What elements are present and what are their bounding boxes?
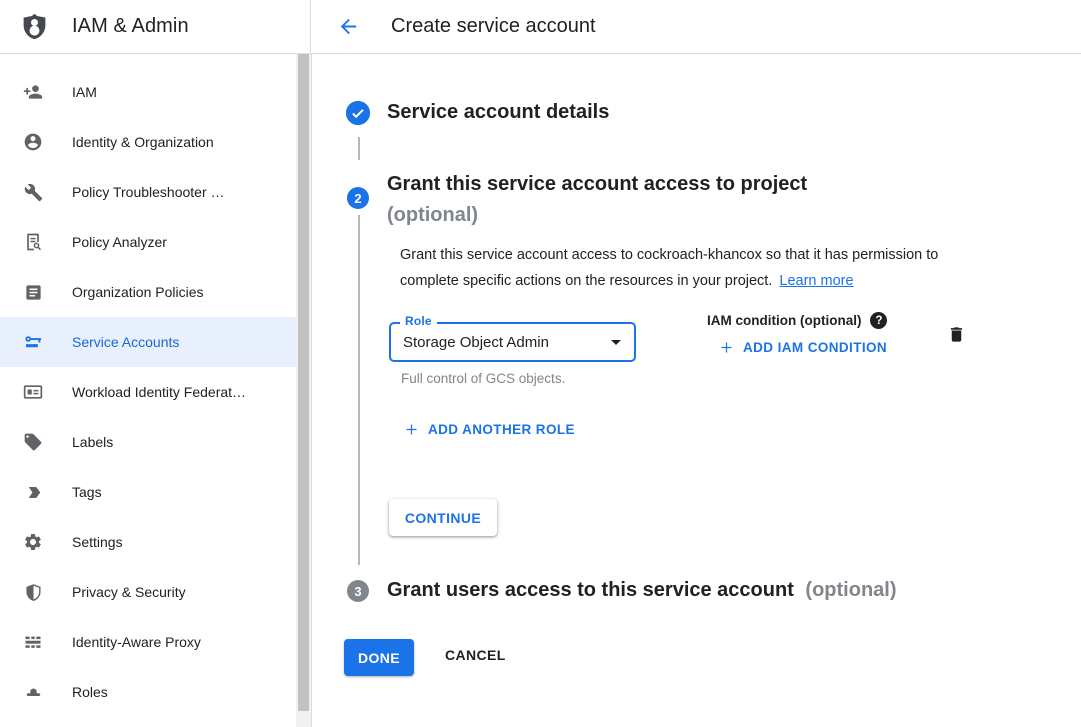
tag-arrow-icon [22,481,44,503]
check-icon [346,101,370,125]
add-another-role-button[interactable]: ADD ANOTHER ROLE [404,422,575,437]
gear-icon [22,531,44,553]
sidebar-item-label: Workload Identity Federat… [72,384,246,400]
add-another-role-label: ADD ANOTHER ROLE [428,422,575,437]
top-bar: IAM & Admin Create service account [0,0,1081,54]
step3-number-badge: 3 [347,580,369,602]
step2-title: Grant this service account access to pro… [387,169,807,231]
sidebar-item-label: Roles [72,684,108,700]
step1-title: Service account details [387,101,609,124]
iam-condition-label: IAM condition (optional) ? [707,312,887,329]
sidebar-item-label: Service Accounts [72,334,179,350]
label-tag-icon [22,431,44,453]
role-helper-text: Full control of GCS objects. [401,371,565,386]
sidebar-item-privacy-security[interactable]: Privacy & Security [0,567,296,617]
role-select-label: Role [400,314,437,328]
role-select[interactable]: Role Storage Object Admin [389,322,636,362]
sidebar-item-label: Privacy & Security [72,584,186,600]
sidebar-item-label: Identity-Aware Proxy [72,634,201,650]
sidebar-item-iam[interactable]: IAM [0,67,296,117]
delete-role-button[interactable] [947,324,966,345]
wrench-icon [22,181,44,203]
service-account-key-icon [22,331,44,353]
step3-optional-text: (optional) [805,579,896,601]
page-header: Create service account [311,0,596,53]
step-connector [358,137,360,160]
arrow-back-icon [337,15,360,38]
step-connector [358,215,360,565]
step3-number: 3 [354,584,361,599]
person-add-icon [22,81,44,103]
sidebar-item-policy-analyzer[interactable]: Policy Analyzer [0,217,296,267]
sidebar-item-settings[interactable]: Settings [0,517,296,567]
add-iam-condition-button[interactable]: ADD IAM CONDITION [719,340,887,355]
sidebar-scrollbar-thumb[interactable] [298,54,309,711]
help-icon[interactable]: ? [870,312,887,329]
cancel-button[interactable]: CANCEL [445,647,506,663]
document-list-icon [22,281,44,303]
sidebar-item-identity-aware-proxy[interactable]: Identity-Aware Proxy [0,617,296,667]
policy-analyzer-icon [22,231,44,253]
sidebar-item-identity-organization[interactable]: Identity & Organization [0,117,296,167]
hat-icon [22,681,44,703]
sidebar-item-label: Labels [72,434,113,450]
done-button[interactable]: DONE [344,639,414,676]
plus-icon [719,340,734,355]
trash-icon [947,324,966,345]
step1-complete-badge [346,101,370,125]
sidebar-scrollbar-track [296,54,311,727]
step2-number-badge: 2 [347,187,369,209]
sidebar-item-tags[interactable]: Tags [0,467,296,517]
step2-description-text: Grant this service account access to coc… [400,247,938,289]
role-select-value: Storage Object Admin [403,334,549,351]
step2-number: 2 [354,191,361,206]
identity-card-icon [22,381,44,403]
product-header: IAM & Admin [0,0,311,53]
create-service-account-panel: Service account details 2 Grant this ser… [312,54,1081,727]
sidebar-item-label: Identity & Organization [72,134,214,150]
sidebar-nav: IAM Identity & Organization Policy Troub… [0,54,296,727]
sidebar-item-policy-troubleshooter[interactable]: Policy Troubleshooter … [0,167,296,217]
iam-condition-label-text: IAM condition (optional) [707,313,861,328]
shield-half-icon [22,581,44,603]
sidebar-item-roles[interactable]: Roles [0,667,296,717]
sidebar-item-organization-policies[interactable]: Organization Policies [0,267,296,317]
account-circle-icon [22,131,44,153]
sidebar-item-label: Policy Analyzer [72,234,167,250]
product-title: IAM & Admin [72,15,189,38]
sidebar-item-label: Tags [72,484,102,500]
page-title: Create service account [391,15,596,38]
continue-button[interactable]: CONTINUE [389,499,497,536]
learn-more-link[interactable]: Learn more [779,273,853,289]
chevron-down-icon [604,330,628,354]
step2-title-text: Grant this service account access to pro… [387,169,807,200]
step3-title-text: Grant users access to this service accou… [387,579,794,601]
sidebar-item-labels[interactable]: Labels [0,417,296,467]
sidebar-item-service-accounts[interactable]: Service Accounts [0,317,296,367]
step2-optional-text: (optional) [387,200,807,231]
sidebar-item-workload-identity-federation[interactable]: Workload Identity Federat… [0,367,296,417]
add-iam-condition-label: ADD IAM CONDITION [743,340,887,355]
step3-title: Grant users access to this service accou… [387,579,897,602]
back-button[interactable] [336,15,360,39]
step2-description: Grant this service account access to coc… [400,243,1000,294]
sidebar-item-label: Policy Troubleshooter … [72,184,225,200]
sidebar-item-label: IAM [72,84,97,100]
plus-icon [404,422,419,437]
sidebar-item-label: Organization Policies [72,284,204,300]
sidebar-item-label: Settings [72,534,123,550]
proxy-icon [22,631,44,653]
iam-shield-person-icon [20,11,49,42]
